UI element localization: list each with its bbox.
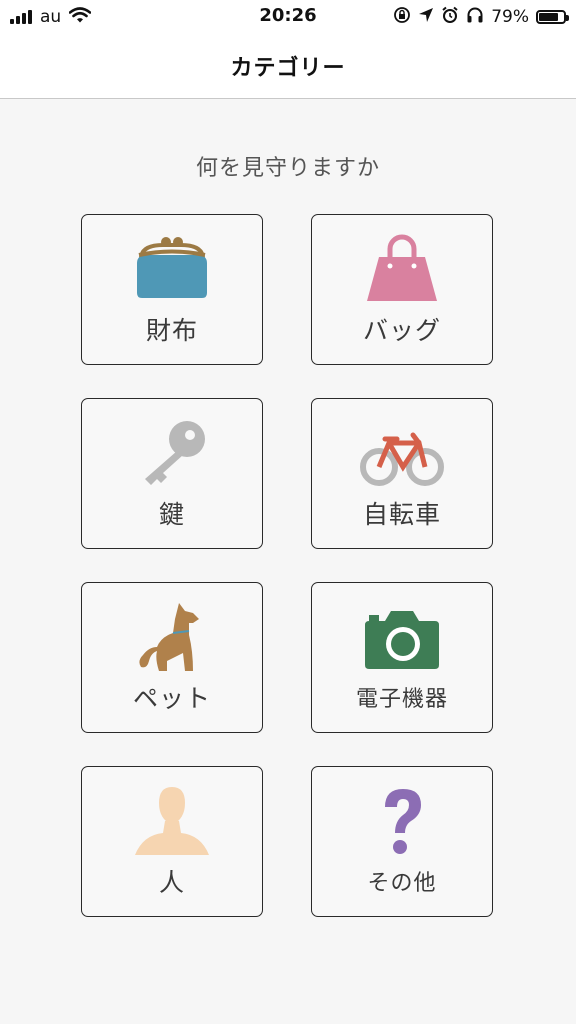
category-pet-button[interactable]: ペット — [81, 582, 263, 733]
page-title: カテゴリー — [230, 56, 346, 81]
category-label: バッグ — [362, 316, 441, 345]
key-icon — [127, 417, 217, 492]
category-key-button[interactable]: 鍵 — [81, 398, 263, 549]
category-label: 自転車 — [362, 500, 441, 529]
category-person-button[interactable]: 人 — [81, 766, 263, 917]
category-label: 人 — [158, 868, 185, 897]
question-icon — [357, 785, 447, 860]
bicycle-icon — [357, 417, 447, 492]
category-label: その他 — [367, 871, 437, 896]
category-label: 電子機器 — [355, 687, 448, 712]
status-right: 79% — [393, 5, 569, 29]
category-other-button[interactable]: その他 — [311, 766, 493, 917]
person-icon — [127, 785, 217, 860]
nav-bar: カテゴリー — [0, 34, 576, 99]
category-label: 鍵 — [158, 500, 185, 529]
category-wallet-button[interactable]: 財布 — [81, 214, 263, 365]
location-arrow-icon — [418, 7, 434, 28]
battery-icon — [536, 10, 569, 24]
camera-icon — [357, 601, 447, 676]
prompt-text: 何を見守りますか — [195, 156, 380, 181]
headphones-icon — [466, 6, 484, 29]
bag-icon — [357, 233, 447, 308]
alarm-icon — [441, 6, 459, 29]
category-bicycle-button[interactable]: 自転車 — [311, 398, 493, 549]
purse-icon — [127, 233, 217, 308]
battery-percent: 79% — [491, 7, 529, 27]
category-bag-button[interactable]: バッグ — [311, 214, 493, 365]
category-label: ペット — [132, 684, 211, 713]
rotation-lock-icon — [393, 6, 411, 29]
category-electronics-button[interactable]: 電子機器 — [311, 582, 493, 733]
status-bar: au 20:26 79% — [0, 0, 576, 34]
dog-icon — [127, 601, 217, 676]
category-label: 財布 — [145, 316, 198, 345]
